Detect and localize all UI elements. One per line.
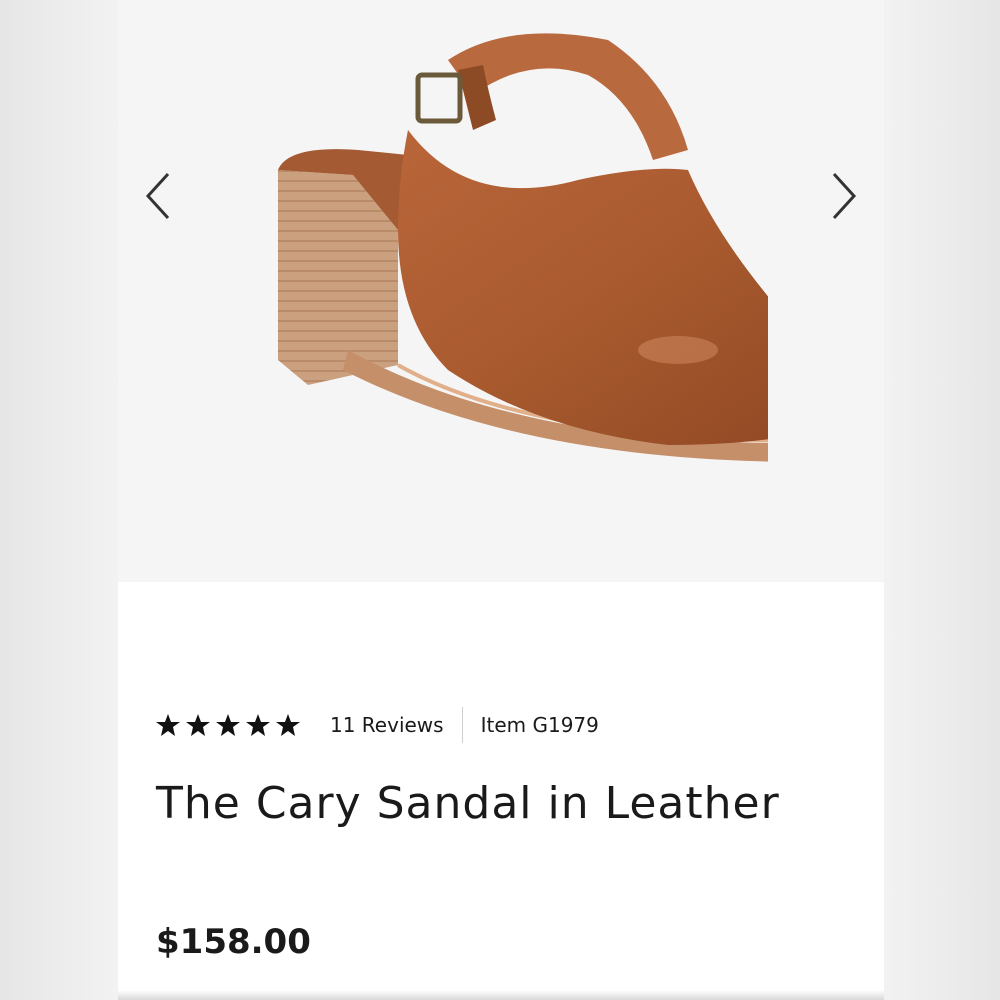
star-icon xyxy=(276,714,300,736)
product-title: The Cary Sandal in Leather xyxy=(156,778,780,829)
star-rating[interactable] xyxy=(156,713,300,737)
card-bottom-edge xyxy=(118,990,884,1000)
product-price: $158.00 xyxy=(156,922,311,962)
product-gallery[interactable] xyxy=(118,0,884,582)
chevron-left-icon xyxy=(145,172,170,220)
star-icon xyxy=(186,714,210,736)
background-right xyxy=(884,0,1000,1000)
divider xyxy=(461,707,463,743)
product-info: 11 Reviews Item G1979 The Cary Sandal in… xyxy=(156,700,856,962)
product-image[interactable] xyxy=(248,20,768,480)
product-card: 11 Reviews Item G1979 The Cary Sandal in… xyxy=(118,0,884,1000)
rating-row: 11 Reviews Item G1979 xyxy=(156,700,856,750)
star-icon xyxy=(246,714,270,736)
chevron-right-icon xyxy=(832,172,857,220)
star-icon xyxy=(216,714,240,736)
background-left xyxy=(0,0,118,1000)
reviews-link[interactable]: 11 Reviews xyxy=(330,713,444,737)
gallery-next-button[interactable] xyxy=(820,172,868,220)
item-number: Item G1979 xyxy=(480,713,599,737)
gallery-prev-button[interactable] xyxy=(134,172,182,220)
star-icon xyxy=(156,714,180,736)
